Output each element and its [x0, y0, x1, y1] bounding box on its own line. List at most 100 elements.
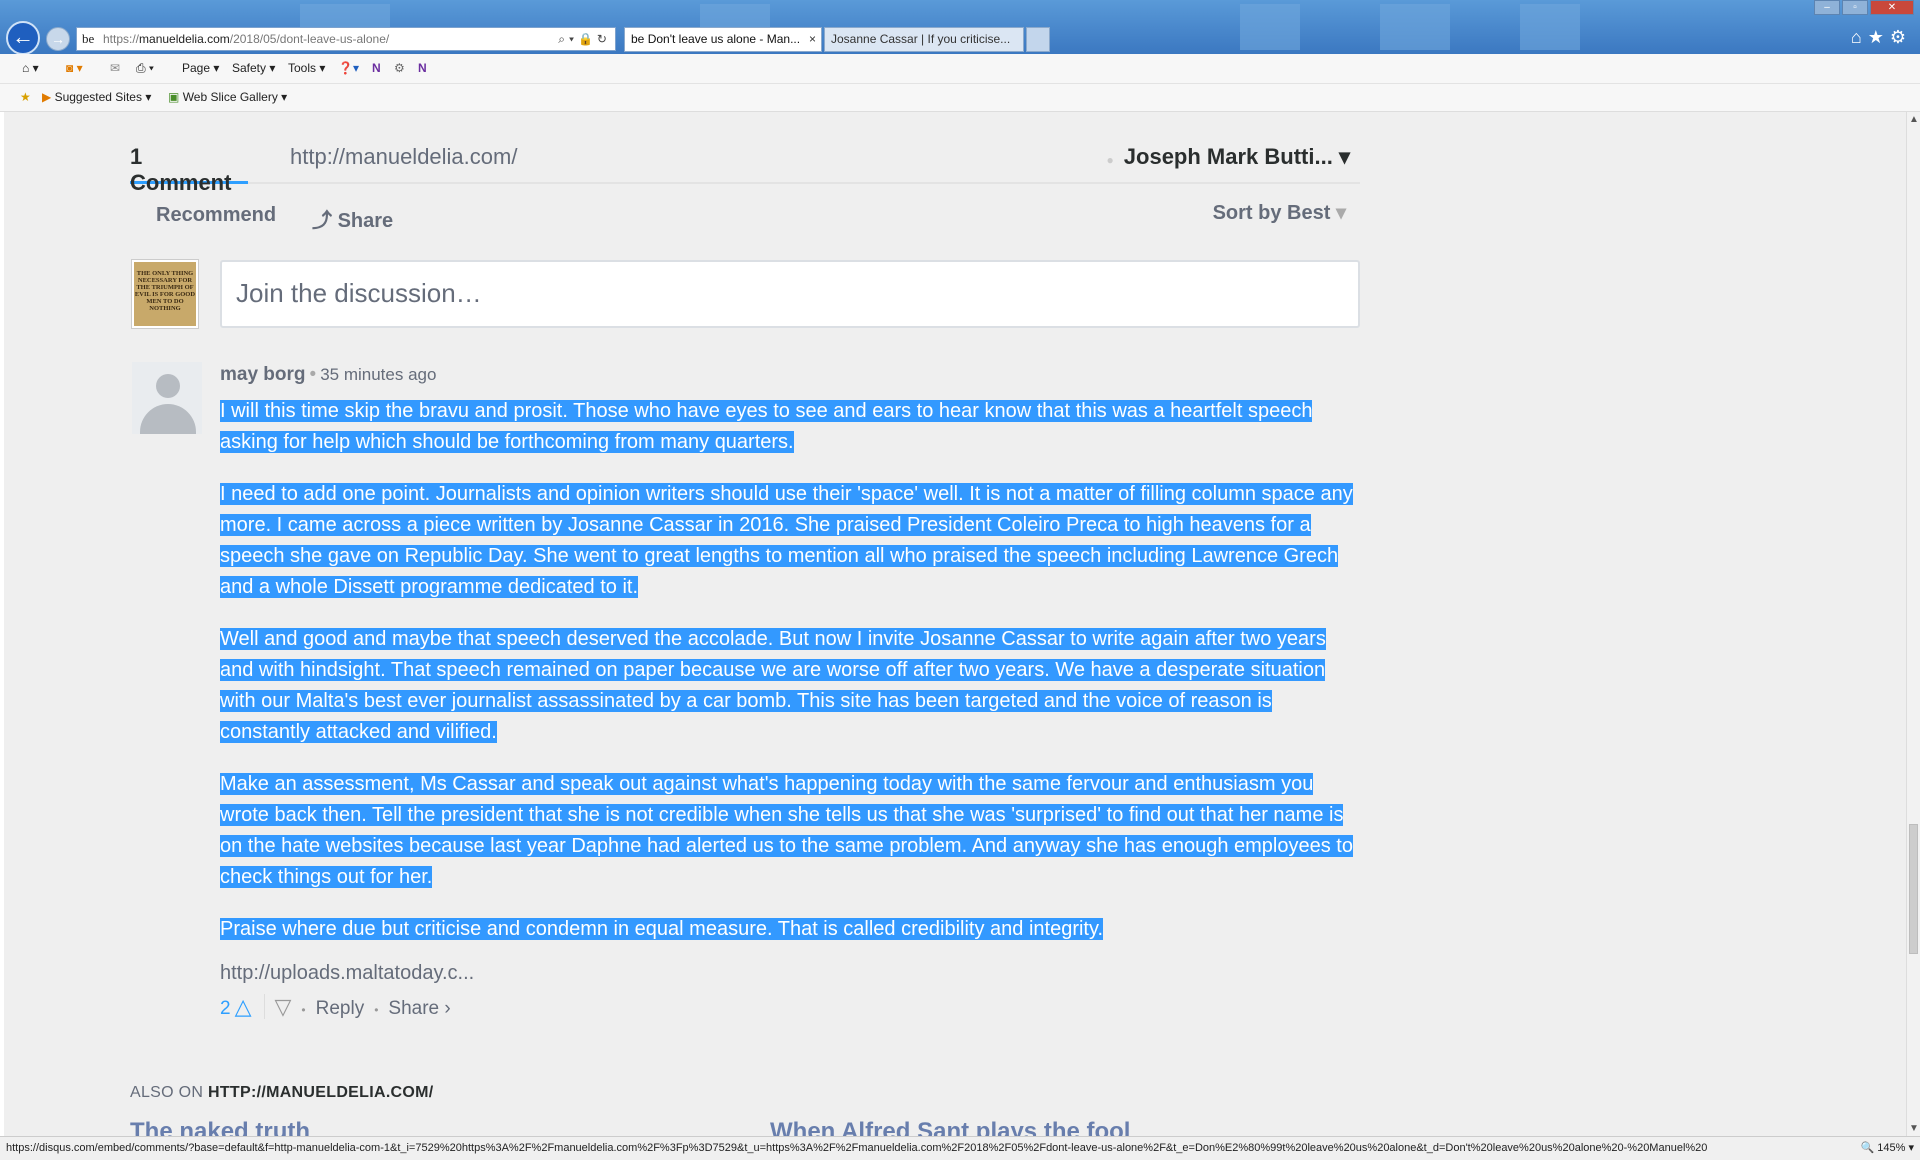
tab-active[interactable]: be Don't leave us alone - Man... ×: [624, 27, 822, 52]
related-story-link[interactable]: The naked truth: [130, 1118, 310, 1136]
browser-titlebar: ← → be https://manueldelia.com/2018/05/d…: [0, 0, 1920, 54]
comment-count-tab[interactable]: 1 Comment: [130, 144, 248, 195]
onenote-send-icon[interactable]: N: [418, 61, 427, 75]
back-button[interactable]: ←: [6, 21, 40, 54]
zoom-icon: 🔍: [1860, 1142, 1875, 1154]
user-avatar[interactable]: THE ONLY THING NECESSARY FOR THE TRIUMPH…: [132, 260, 198, 328]
also-on-site[interactable]: HTTP://MANUELDELIA.COM/: [208, 1084, 434, 1101]
address-tools-icons[interactable]: ⌕▾🔒↻: [558, 28, 611, 50]
background-decor: [1240, 4, 1300, 50]
avatar-head: [156, 374, 180, 398]
user-menu[interactable]: ● Joseph Mark Butti... ▾: [1107, 144, 1350, 170]
window-controls: – ▫ ✕: [1814, 0, 1914, 16]
upvote-count: 2: [220, 998, 231, 1019]
upvote-icon[interactable]: △: [235, 994, 252, 1019]
post-paragraph: I need to add one point. Journalists and…: [220, 479, 1360, 603]
related-story-link[interactable]: When Alfred Sant plays the fool: [770, 1118, 1130, 1136]
suggested-sites-label: Suggested Sites: [54, 90, 142, 104]
scrollbar-thumb[interactable]: [1909, 824, 1918, 954]
downvote-icon[interactable]: ▽: [263, 994, 292, 1019]
zoom-control[interactable]: 🔍 145% ▾: [1852, 1137, 1914, 1159]
onenote-icon[interactable]: N: [372, 61, 381, 75]
suggested-sites-link[interactable]: ▶ Suggested Sites ▾: [42, 90, 151, 104]
separator-dot: •: [374, 1003, 379, 1017]
user-avatar-icon: ●: [1106, 153, 1114, 167]
web-slice-gallery-label: Web Slice Gallery: [182, 90, 278, 104]
avatar-quote: THE ONLY THING NECESSARY FOR THE TRIUMPH…: [134, 270, 196, 312]
post-time[interactable]: 35 minutes ago: [320, 365, 436, 384]
web-slice-icon: ▣: [168, 90, 180, 104]
command-bar: ⌂ ▾ ◙ ▾ ✉ ⎙ ▾ Page ▾ Safety ▾ Tools ▾ ❓▾…: [0, 54, 1920, 84]
web-slice-gallery-link[interactable]: ▣ Web Slice Gallery ▾: [168, 90, 287, 104]
scroll-up-icon[interactable]: ▲: [1909, 114, 1919, 125]
post-body: I will this time skip the bravu and pros…: [220, 396, 1360, 966]
share-icon: ⤴: [312, 210, 332, 232]
home-favorites-settings-icons[interactable]: ⌂★⚙: [1851, 27, 1912, 48]
disqus-nav: 1 Comment http://manueldelia.com/ ● Josep…: [130, 144, 1360, 195]
post-paragraph: I will this time skip the bravu and pros…: [220, 396, 1360, 458]
background-decor: [1380, 4, 1450, 50]
favorites-bar: ★ ▶ Suggested Sites ▾ ▣ Web Slice Galler…: [0, 84, 1920, 112]
tab-label: Don't leave us alone - Man...: [647, 32, 801, 46]
favorites-star-icon[interactable]: ★: [20, 90, 31, 104]
tab-inactive[interactable]: Josanne Cassar | If you criticise...: [824, 27, 1024, 52]
post-paragraph: Well and good and maybe that speech dese…: [220, 624, 1360, 748]
avatar-body: [140, 404, 196, 434]
site-link-tab[interactable]: http://manueldelia.com/: [290, 144, 517, 170]
background-decor: [1520, 4, 1580, 50]
home-icon[interactable]: ⌂ ▾: [22, 61, 39, 75]
chevron-down-icon: ▾: [1338, 144, 1350, 169]
maximize-button[interactable]: ▫: [1842, 0, 1868, 15]
help-icon[interactable]: ❓▾: [338, 61, 359, 75]
page-menu[interactable]: Page ▾: [182, 61, 219, 75]
post-paragraph-text: I need to add one point. Journalists and…: [220, 483, 1353, 598]
post-paragraph-text: I will this time skip the bravu and pros…: [220, 400, 1313, 453]
address-bar[interactable]: be https://manueldelia.com/2018/05/dont-…: [76, 27, 616, 51]
user-name: Joseph Mark Butti...: [1123, 144, 1333, 169]
share-label: Share: [337, 210, 394, 232]
address-path: /2018/05/dont-leave-us-alone/: [229, 32, 390, 46]
tab-favicon: be: [631, 32, 645, 46]
site-favicon: be: [82, 31, 95, 46]
recommend-button[interactable]: Recommend: [156, 204, 276, 227]
safety-menu-label: Safety: [232, 61, 267, 75]
post-paragraph-text: Well and good and maybe that speech dese…: [220, 628, 1326, 743]
chevron-down-icon: ▾: [1335, 202, 1346, 224]
bing-icon: ▶: [42, 90, 52, 104]
mail-icon[interactable]: ✉: [110, 61, 120, 75]
post-footer: 2 △ ▽ • Reply • Share ›: [220, 994, 451, 1020]
status-url: https://disqus.com/embed/comments/?base=…: [6, 1142, 1708, 1154]
thread-actions: Recommend ⤴ Share Sort by Best ▾: [130, 202, 1360, 240]
vertical-scrollbar[interactable]: ▲ ▼: [1906, 112, 1920, 1136]
also-on-prefix: ALSO ON: [130, 1084, 204, 1101]
post-author[interactable]: may borg: [220, 364, 306, 385]
rss-feed-icon[interactable]: ◙ ▾: [66, 61, 83, 75]
page-menu-label: Page: [182, 61, 211, 75]
close-window-button[interactable]: ✕: [1870, 0, 1914, 15]
post-link[interactable]: http://uploads.maltatoday.c...: [220, 962, 474, 985]
address-prefix: https://: [103, 32, 140, 46]
post-paragraph: Praise where due but criticise and conde…: [220, 914, 1360, 945]
minimize-button[interactable]: –: [1814, 0, 1840, 15]
safety-menu[interactable]: Safety ▾: [232, 61, 275, 75]
sort-dropdown[interactable]: Sort by Best ▾: [1213, 200, 1346, 225]
tools-menu[interactable]: Tools ▾: [288, 61, 325, 75]
page-content: 1 Comment http://manueldelia.com/ ● Josep…: [0, 112, 1906, 1136]
separator-dot: •: [301, 1003, 306, 1017]
post-share-button[interactable]: Share ›: [388, 998, 450, 1019]
tab-label: Josanne Cassar | If you criticise...: [831, 32, 1011, 46]
new-tab-button[interactable]: [1026, 27, 1050, 52]
forward-button[interactable]: →: [46, 27, 70, 51]
scroll-down-icon[interactable]: ▼: [1909, 1123, 1919, 1134]
tab-close-icon[interactable]: ×: [809, 28, 816, 51]
comment-composer[interactable]: Join the discussion…: [220, 260, 1360, 328]
share-button[interactable]: ⤴ Share: [312, 204, 393, 233]
reply-button[interactable]: Reply: [316, 998, 365, 1019]
post-paragraph-text: Praise where due but criticise and conde…: [220, 918, 1104, 940]
print-icon[interactable]: ⎙ ▾: [136, 61, 154, 76]
post-author-avatar[interactable]: [132, 362, 202, 434]
tools-menu-label: Tools: [288, 61, 317, 75]
gear-icon[interactable]: ⚙: [394, 61, 405, 75]
zoom-level: 145%: [1877, 1142, 1906, 1154]
post-paragraph: Make an assessment, Ms Cassar and speak …: [220, 769, 1360, 893]
